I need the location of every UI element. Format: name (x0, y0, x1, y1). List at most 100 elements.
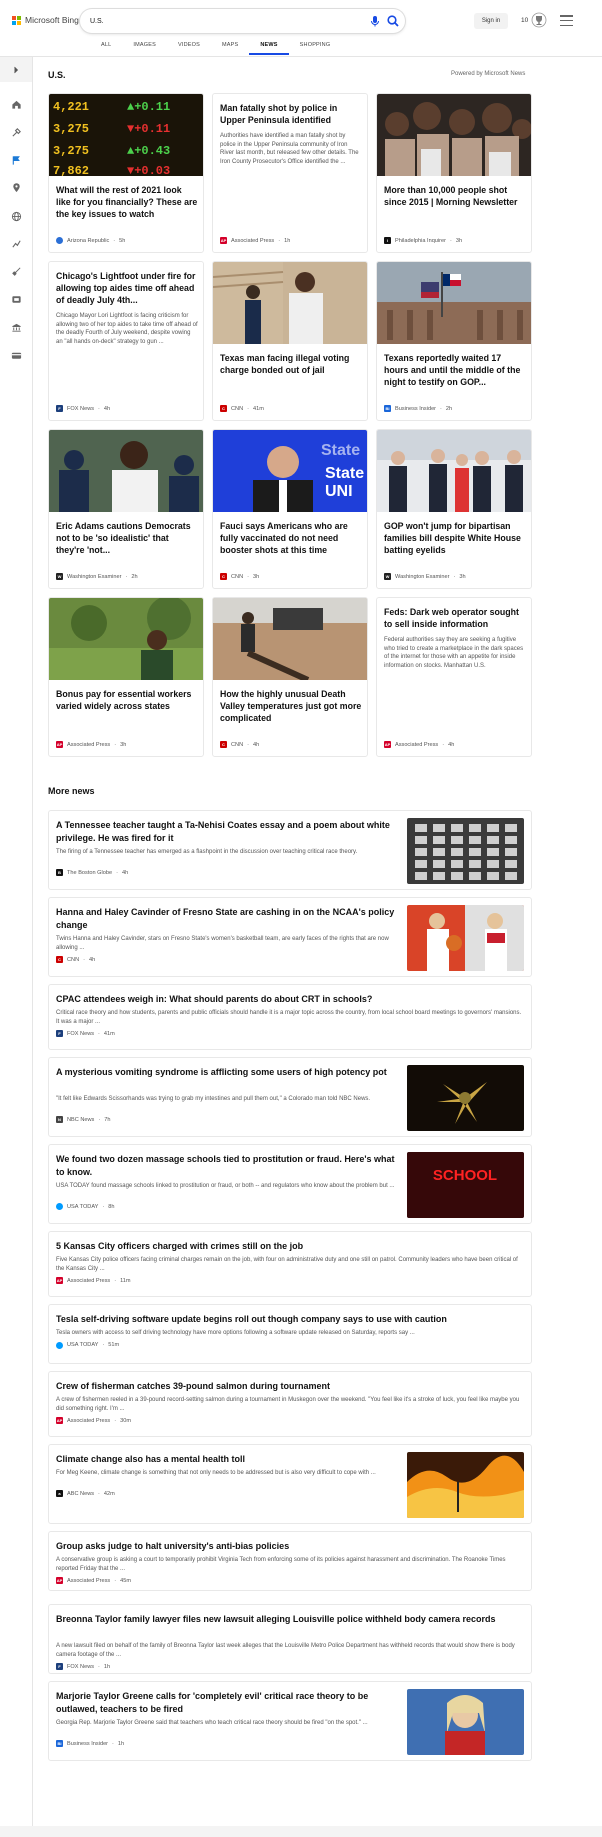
more-news-title[interactable]: We found two dozen massage schools tied … (56, 1153, 396, 1179)
more-news-title[interactable]: Breonna Taylor family lawyer files new l… (56, 1613, 524, 1626)
news-card[interactable]: More than 10,000 people shot since 2015 … (376, 93, 532, 253)
news-card[interactable]: How the highly unusual Death Valley temp… (212, 597, 368, 757)
news-card-source: F FOX News · 4h (56, 405, 110, 412)
more-news-item[interactable]: Marjorie Taylor Greene calls for 'comple… (48, 1681, 532, 1761)
more-news-title[interactable]: A Tennessee teacher taught a Ta-Nehisi C… (56, 819, 396, 845)
more-news-image[interactable]: SCHOOL (407, 1152, 524, 1218)
news-card[interactable]: Eric Adams cautions Democrats not to be … (48, 429, 204, 589)
rocket-icon[interactable] (11, 266, 22, 277)
tab-shopping[interactable]: SHOPPING (289, 41, 342, 55)
sign-in-button[interactable]: Sign in (474, 13, 508, 29)
bing-logo[interactable]: Microsoft Bing (12, 15, 79, 25)
more-news-title[interactable]: Hanna and Haley Cavinder of Fresno State… (56, 906, 396, 932)
more-news-title[interactable]: Group asks judge to halt university's an… (56, 1540, 524, 1553)
more-news-item[interactable]: A mysterious vomiting syndrome is afflic… (48, 1057, 532, 1137)
news-card[interactable]: State State UNI Fauci says Americans who ar… (212, 429, 368, 589)
news-card[interactable]: Texans reportedly waited 17 hours and un… (376, 261, 532, 421)
news-card-image[interactable] (377, 94, 531, 176)
news-card-title[interactable]: More than 10,000 people shot since 2015 … (384, 184, 526, 208)
rewards-trophy-icon[interactable] (531, 12, 547, 28)
menu-icon[interactable] (560, 15, 573, 26)
credit-card-icon[interactable] (11, 350, 22, 361)
more-news-image[interactable] (407, 1065, 524, 1131)
building-icon[interactable] (11, 322, 22, 333)
more-news-item[interactable]: Tesla self-driving software update begin… (48, 1304, 532, 1364)
news-card[interactable]: Chicago's Lightfoot under fire for allow… (48, 261, 204, 421)
more-news-item[interactable]: Breonna Taylor family lawyer files new l… (48, 1604, 532, 1674)
more-news-image[interactable] (407, 905, 524, 971)
more-news-item[interactable]: 5 Kansas City officers charged with crim… (48, 1231, 532, 1297)
flag-icon[interactable] (11, 155, 22, 166)
source-logo-icon: W (56, 573, 63, 580)
more-news-title[interactable]: CPAC attendees weigh in: What should par… (56, 993, 524, 1006)
more-news-title[interactable]: Tesla self-driving software update begin… (56, 1313, 524, 1326)
tab-news[interactable]: NEWS (249, 41, 289, 55)
news-card-title[interactable]: Eric Adams cautions Democrats not to be … (56, 520, 198, 556)
tab-videos[interactable]: VIDEOS (167, 41, 211, 55)
more-news-title[interactable]: Climate change also has a mental health … (56, 1453, 396, 1466)
news-card-image[interactable]: State State UNI (213, 430, 367, 512)
source-logo-icon: C (56, 956, 63, 963)
chart-icon[interactable] (11, 238, 22, 249)
expand-rail-button[interactable] (0, 57, 32, 82)
microphone-icon[interactable] (368, 14, 382, 28)
more-news-image[interactable] (407, 818, 524, 884)
film-icon[interactable] (11, 294, 22, 305)
more-news-title[interactable]: 5 Kansas City officers charged with crim… (56, 1240, 524, 1253)
tab-images[interactable]: IMAGES (122, 41, 167, 55)
news-card[interactable]: Texas man facing illegal voting charge b… (212, 261, 368, 421)
news-card-title[interactable]: Feds: Dark web operator sought to sell i… (384, 606, 526, 630)
news-card-title[interactable]: What will the rest of 2021 look like for… (56, 184, 198, 220)
timestamp: 1h (117, 1740, 125, 1747)
news-card-image[interactable]: 4,221 ▲+0.11 3,275 ▼+0.11 3,275 ▲+0.43 7,862 ▼+… (49, 94, 203, 176)
tools-icon[interactable] (11, 127, 22, 138)
search-icon[interactable] (386, 14, 400, 28)
news-card-title[interactable]: Man fatally shot by police in Upper Peni… (220, 102, 362, 126)
more-news-snippet: Twins Hanna and Haley Cavinder, stars on… (56, 936, 389, 951)
news-card[interactable]: Man fatally shot by police in Upper Peni… (212, 93, 368, 253)
location-pin-icon[interactable] (11, 182, 22, 193)
news-card-image[interactable] (377, 262, 531, 344)
more-news-item[interactable]: A Tennessee teacher taught a Ta-Nehisi C… (48, 810, 532, 890)
news-card-image[interactable] (49, 430, 203, 512)
page-title: U.S. (48, 70, 66, 80)
news-card-image[interactable] (377, 430, 531, 512)
news-card-image[interactable] (213, 262, 367, 344)
more-news-title[interactable]: A mysterious vomiting syndrome is afflic… (56, 1066, 396, 1079)
news-card-source: W Washington Examiner · 2h (56, 573, 138, 580)
news-card[interactable]: GOP won't jump for bipartisan families b… (376, 429, 532, 589)
source-logo-icon: BI (56, 1740, 63, 1747)
news-card-title[interactable]: Texas man facing illegal voting charge b… (220, 352, 362, 376)
more-news-title[interactable]: Marjorie Taylor Greene calls for 'comple… (56, 1690, 396, 1716)
home-icon[interactable] (11, 99, 22, 110)
news-card-title[interactable]: Texans reportedly waited 17 hours and un… (384, 352, 526, 388)
news-card-source: C CNN · 41m (220, 405, 264, 412)
tab-maps[interactable]: MAPS (211, 41, 249, 55)
more-news-item[interactable]: Group asks judge to halt university's an… (48, 1531, 532, 1591)
news-card-title[interactable]: GOP won't jump for bipartisan families b… (384, 520, 526, 556)
more-news-source: AP Associated Press · 45m (56, 1577, 131, 1584)
globe-icon[interactable] (11, 211, 22, 222)
news-card-image[interactable] (213, 598, 367, 680)
news-card-image[interactable] (49, 598, 203, 680)
more-news-item[interactable]: Climate change also has a mental health … (48, 1444, 532, 1524)
more-news-item[interactable]: CPAC attendees weigh in: What should par… (48, 984, 532, 1050)
more-news-image[interactable] (407, 1689, 524, 1755)
more-news-item[interactable]: Hanna and Haley Cavinder of Fresno State… (48, 897, 532, 977)
more-news-image[interactable] (407, 1452, 524, 1518)
news-card[interactable]: Bonus pay for essential workers varied w… (48, 597, 204, 757)
more-news-item[interactable]: Crew of fisherman catches 39-pound salmo… (48, 1371, 532, 1437)
news-card[interactable]: 4,221 ▲+0.11 3,275 ▼+0.11 3,275 ▲+0.43 7,862 ▼+… (48, 93, 204, 253)
timestamp: 45m (120, 1577, 131, 1584)
more-news-item[interactable]: We found two dozen massage schools tied … (48, 1144, 532, 1224)
news-card-title[interactable]: Chicago's Lightfoot under fire for allow… (56, 270, 198, 306)
tab-all[interactable]: ALL (90, 41, 122, 55)
more-news-title[interactable]: Crew of fisherman catches 39-pound salmo… (56, 1380, 524, 1393)
news-card-title[interactable]: Fauci says Americans who are fully vacci… (220, 520, 362, 556)
source-name: CNN (231, 405, 244, 412)
search-input[interactable] (90, 14, 330, 28)
news-card-title[interactable]: Bonus pay for essential workers varied w… (56, 688, 198, 712)
news-card-title[interactable]: How the highly unusual Death Valley temp… (220, 688, 362, 724)
separator-dot: · (114, 1417, 117, 1424)
news-card[interactable]: Feds: Dark web operator sought to sell i… (376, 597, 532, 757)
